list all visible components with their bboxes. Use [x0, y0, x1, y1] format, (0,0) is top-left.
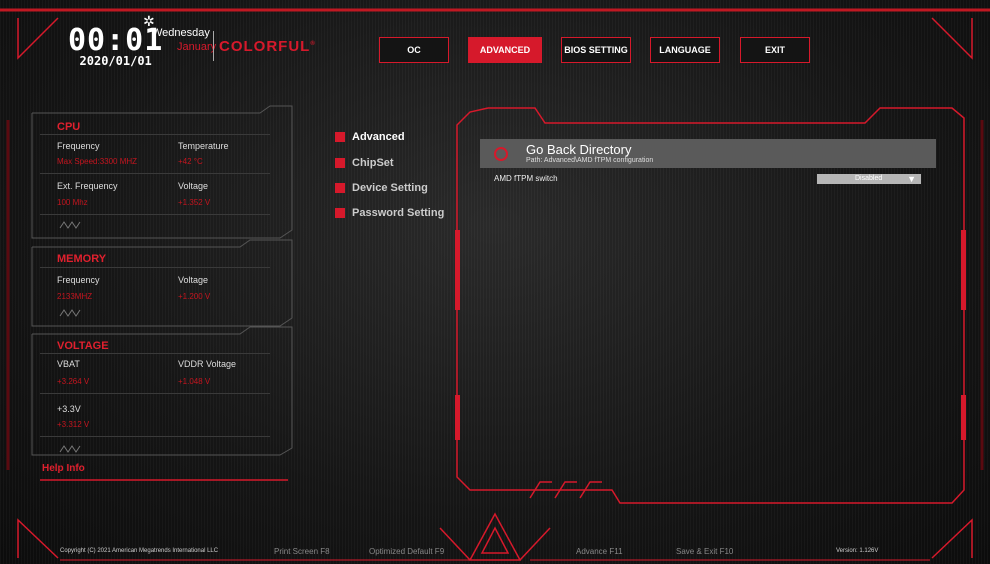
clock: 00:01 2020/01/01 [68, 23, 164, 69]
vbat-label: VBAT [57, 359, 80, 369]
divider [40, 173, 270, 174]
memory-frequency-value: 2133MHZ [57, 292, 93, 301]
divider [40, 267, 270, 268]
divider [40, 353, 270, 354]
amd-ftpm-switch-label: AMD fTPM switch [494, 174, 558, 183]
menu-item-password-setting[interactable]: Password Setting [335, 207, 444, 219]
bullet-icon [335, 132, 345, 142]
decorative-frame [0, 8, 990, 561]
logo-divider [213, 31, 214, 61]
advance-f11[interactable]: Advance F11 [576, 547, 623, 556]
clock-date: 2020/01/01 [79, 54, 152, 68]
memory-frequency-label: Frequency [57, 275, 100, 285]
clock-time: 00:01 [68, 23, 164, 58]
tab-bios-setting[interactable]: BIOS SETTING [561, 37, 631, 63]
amd-ftpm-switch-select[interactable]: Disabled ▼ [817, 174, 921, 184]
menu-item-chipset[interactable]: ChipSet [335, 157, 394, 169]
cpu-frequency-label: Frequency [57, 141, 100, 151]
cpu-temperature-value: +42 °C [178, 157, 203, 166]
bullet-icon [335, 158, 345, 168]
memory-voltage-value: +1.200 V [178, 292, 211, 301]
cpu-frequency-value: Max Speed:3300 MHZ [57, 157, 138, 166]
memory-voltage-label: Voltage [178, 275, 209, 285]
cpu-title: CPU [57, 121, 81, 133]
v33-value: +3.312 V [57, 420, 90, 429]
select-value: Disabled [855, 175, 883, 182]
cpu-voltage-value: +1.352 V [178, 198, 211, 207]
divider [40, 214, 270, 215]
v33-label: +3.3V [57, 404, 81, 414]
menu-item-advanced[interactable]: Advanced [335, 131, 405, 143]
divider [40, 134, 270, 135]
tab-oc[interactable]: OC [379, 37, 449, 63]
month: January [177, 41, 217, 53]
optimized-default-f9[interactable]: Optimized Default F9 [369, 547, 444, 556]
bullet-icon [335, 208, 345, 218]
brand-logo: COLORFUL® [219, 38, 316, 55]
divider [40, 436, 270, 437]
vbat-value: +3.264 V [57, 377, 90, 386]
tab-exit[interactable]: EXIT [740, 37, 810, 63]
help-info: Help Info [42, 463, 85, 474]
weekday: Wednesday [152, 27, 210, 39]
tab-language[interactable]: LANGUAGE [650, 37, 720, 63]
go-back-directory-row[interactable]: Go Back Directory Path: Advanced\AMD fTP… [480, 139, 936, 168]
voltage-title: VOLTAGE [57, 340, 109, 352]
go-back-path: Path: Advanced\AMD fTPM configuration [526, 157, 654, 164]
back-icon [494, 147, 508, 161]
copyright: Copyright (C) 2021 American Megatrends I… [60, 548, 219, 554]
tab-advanced[interactable]: ADVANCED [468, 37, 542, 63]
bullet-icon [335, 183, 345, 193]
cpu-ext-frequency-label: Ext. Frequency [57, 181, 118, 191]
divider [40, 393, 270, 394]
cpu-ext-frequency-value: 100 Mhz [57, 198, 88, 207]
go-back-title: Go Back Directory [526, 142, 632, 157]
memory-title: MEMORY [57, 253, 107, 265]
dropdown-arrow-icon: ▼ [907, 174, 916, 184]
print-screen-f8[interactable]: Print Screen F8 [274, 547, 330, 556]
menu-item-device-setting[interactable]: Device Setting [335, 182, 428, 194]
version: Version: 1.126V [836, 548, 879, 554]
cpu-voltage-label: Voltage [178, 181, 209, 191]
cpu-temperature-label: Temperature [178, 141, 229, 151]
save-exit-f10[interactable]: Save & Exit F10 [676, 547, 733, 556]
vddr-voltage-label: VDDR Voltage [178, 359, 237, 369]
vddr-voltage-value: +1.048 V [178, 377, 211, 386]
